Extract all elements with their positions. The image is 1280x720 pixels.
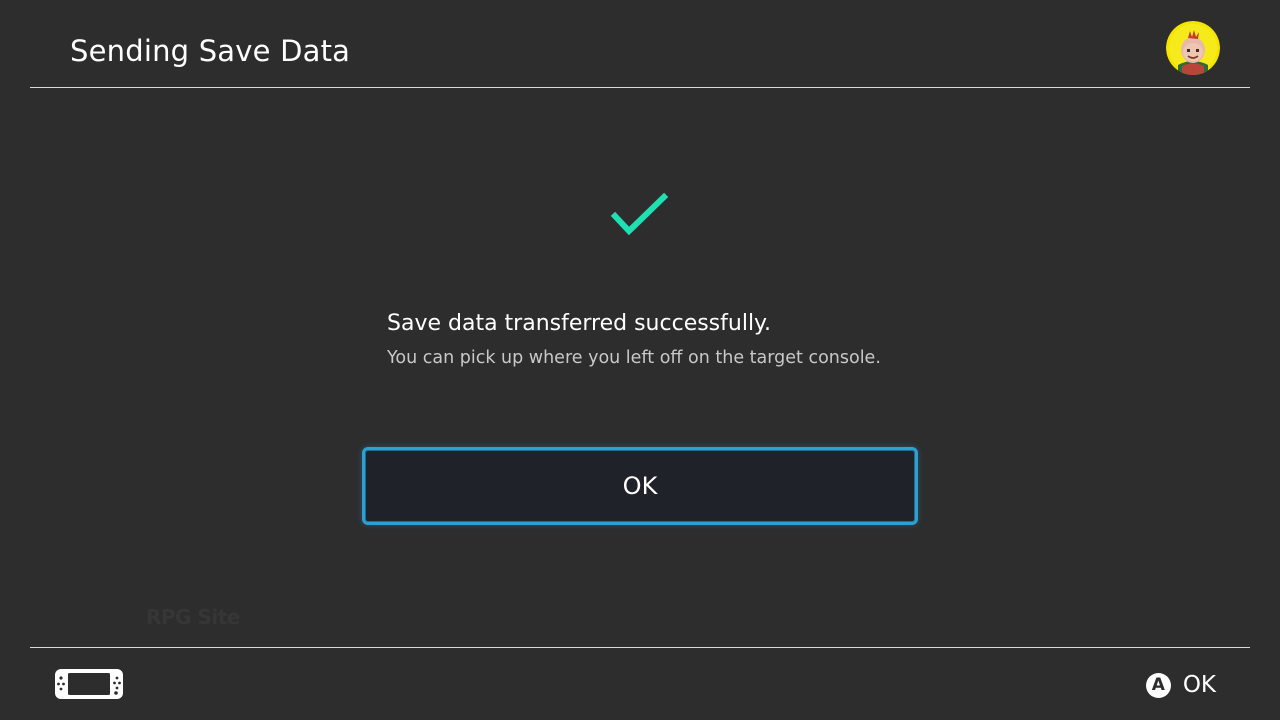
footer-ok-label: OK <box>1182 672 1216 698</box>
user-avatar-icon[interactable] <box>1166 21 1220 75</box>
message-subtitle: You can pick up where you left off on th… <box>387 348 881 368</box>
watermark: RPG Site <box>146 605 240 629</box>
page-title: Sending Save Data <box>70 34 351 68</box>
message-title: Save data transferred successfully. <box>387 311 771 336</box>
screen: Sending Save Data Save data transferred … <box>0 0 1280 720</box>
footer-ok-hint[interactable]: A OK <box>1145 668 1216 702</box>
ok-button[interactable]: OK <box>362 447 918 525</box>
checkmark-icon <box>608 190 672 242</box>
handheld-console-icon <box>54 668 124 700</box>
a-button-icon: A <box>1145 672 1171 698</box>
ok-button-label: OK <box>622 472 658 500</box>
footer-divider <box>30 647 1250 648</box>
header-divider <box>30 87 1250 88</box>
